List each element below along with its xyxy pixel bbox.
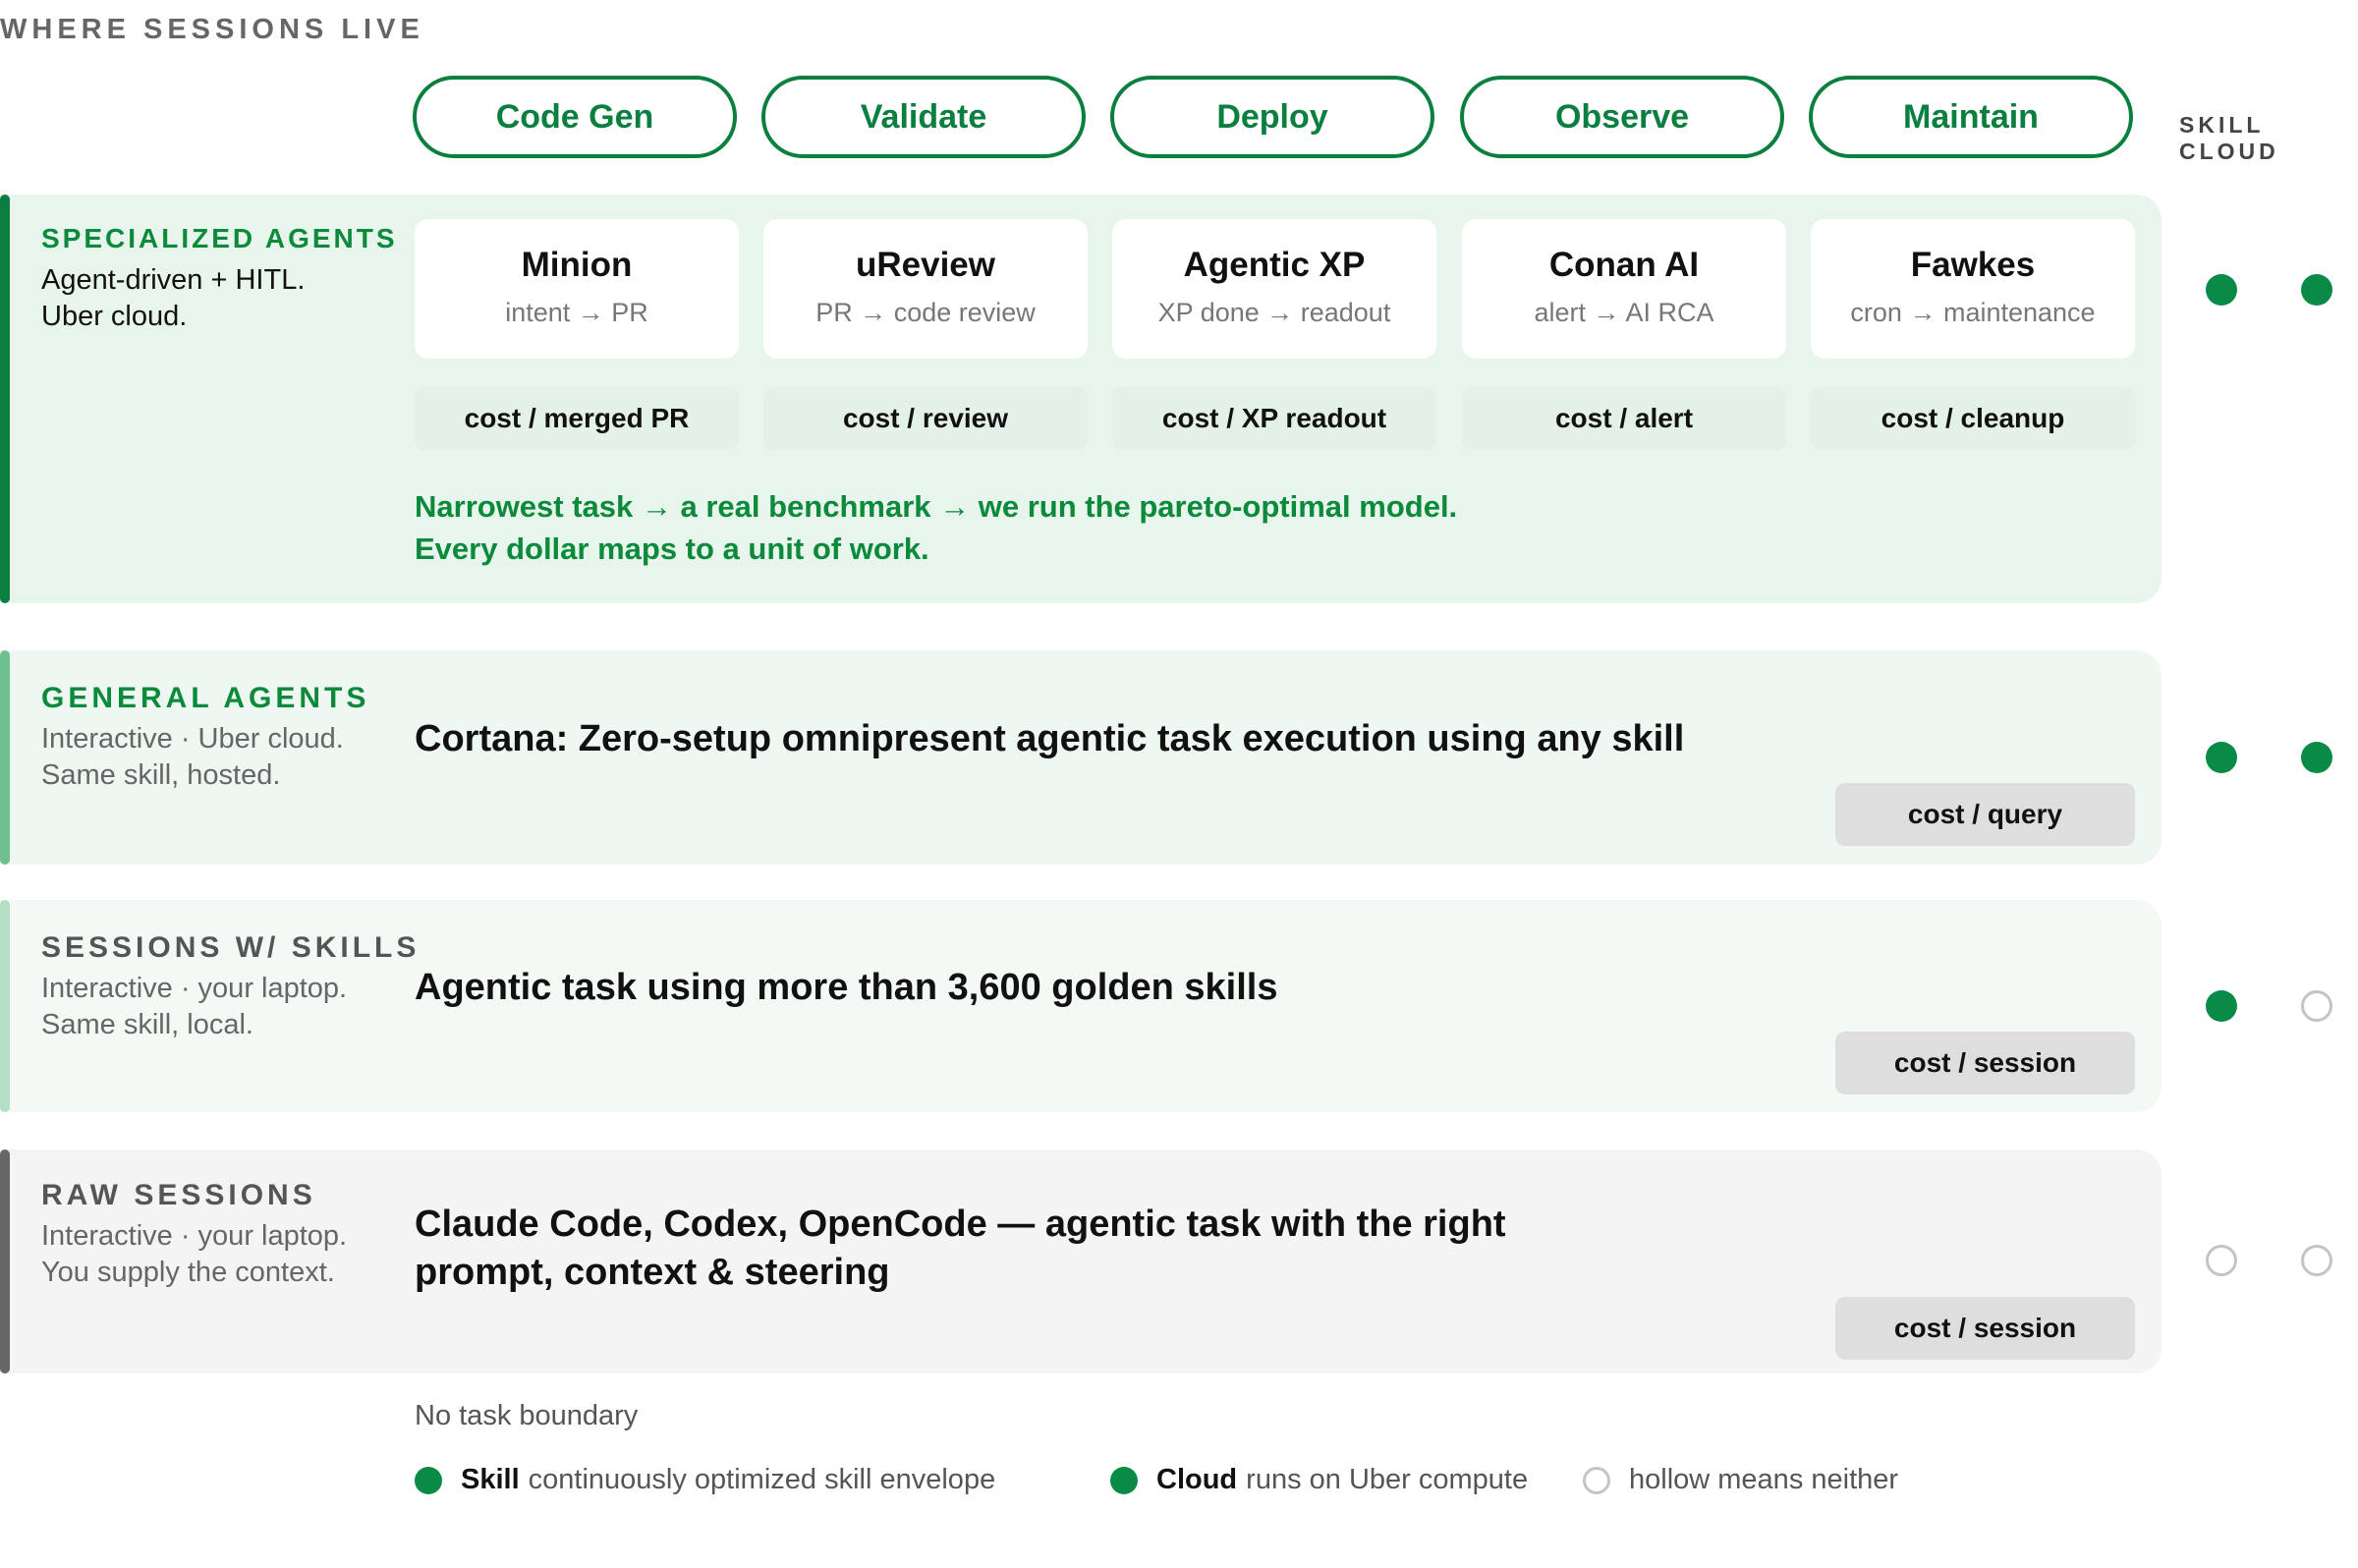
cost-metric-conan-ai: cost / alert (1462, 387, 1786, 450)
agent-card-agentic-xp[interactable]: Agentic XP XP done → readout (1112, 219, 1436, 359)
general-description: Interactive · Uber cloud. Same skill, ho… (41, 723, 344, 791)
skills-description: Interactive · your laptop. Same skill, l… (41, 973, 348, 1040)
cloud-indicator-specialized (2301, 274, 2332, 306)
cost-metric-general: cost / query (1835, 783, 2135, 846)
skill-indicator-specialized (2206, 274, 2237, 306)
agent-flow: intent → PR (505, 298, 648, 327)
legend-item-skill: Skill continuously optimized skill envel… (415, 1464, 995, 1496)
skill-indicator-skills (2206, 990, 2237, 1022)
stage-deploy[interactable]: Deploy (1110, 76, 1434, 158)
cost-metric-minion: cost / merged PR (415, 387, 739, 450)
agent-flow: PR → code review (815, 298, 1036, 327)
raw-accent-bar (0, 1149, 10, 1373)
cost-metric-raw: cost / session (1835, 1297, 2135, 1360)
legend-item-cloud: Cloud runs on Uber compute (1110, 1464, 1528, 1496)
filled-dot-icon (1110, 1466, 1138, 1494)
agent-name: uReview (856, 246, 995, 284)
stage-validate[interactable]: Validate (761, 76, 1086, 158)
legend-item-hollow: hollow means neither (1583, 1464, 1898, 1496)
legend-key: Cloud (1156, 1464, 1238, 1495)
cloud-indicator-raw (2301, 1245, 2332, 1276)
cost-metric-skills: cost / session (1835, 1032, 2135, 1094)
legend-text: runs on Uber compute (1246, 1464, 1529, 1495)
skills-accent-bar (0, 900, 10, 1112)
legend-text: continuously optimized skill envelope (528, 1464, 996, 1495)
stage-code-gen[interactable]: Code Gen (413, 76, 737, 158)
agent-name: Minion (521, 246, 633, 284)
skills-title: SESSIONS W/ SKILLS (41, 931, 421, 964)
agent-flow: alert → AI RCA (1534, 298, 1714, 327)
specialized-note: Narrowest task → a real benchmark → we r… (415, 489, 1458, 566)
agent-name: Conan AI (1548, 246, 1700, 284)
agent-flow: XP done → readout (1157, 298, 1391, 327)
no-task-boundary-label: No task boundary (415, 1400, 639, 1431)
agent-card-minion[interactable]: Minion intent → PR (415, 219, 739, 359)
legend-text: hollow means neither (1629, 1464, 1899, 1495)
cloud-indicator-skills (2301, 990, 2332, 1022)
agent-card-fawkes[interactable]: Fawkes cron → maintenance (1811, 219, 2135, 359)
skill-indicator-general (2206, 742, 2237, 773)
raw-title: RAW SESSIONS (41, 1179, 316, 1211)
specialized-accent-bar (0, 195, 10, 603)
stage-observe[interactable]: Observe (1460, 76, 1784, 158)
cost-metric-fawkes: cost / cleanup (1811, 387, 2135, 450)
agent-name: Fawkes (1910, 246, 2036, 284)
raw-description: Interactive · your laptop. You supply th… (41, 1220, 348, 1288)
specialized-description: Agent-driven + HITL. Uber cloud. (41, 264, 306, 332)
general-accent-bar (0, 650, 10, 865)
stage-maintain[interactable]: Maintain (1809, 76, 2133, 158)
hollow-dot-icon (1583, 1466, 1610, 1494)
raw-headline-line-1: Claude Code, Codex, OpenCode — agentic t… (415, 1204, 1506, 1245)
agent-card-ureview[interactable]: uReview PR → code review (763, 219, 1088, 359)
section-eyebrow: WHERE SESSIONS LIVE (0, 14, 424, 45)
agent-name: Agentic XP (1183, 246, 1366, 284)
cost-metric-agentic-xp: cost / XP readout (1112, 387, 1436, 450)
agent-card-conan-ai[interactable]: Conan AI alert → AI RCA (1462, 219, 1786, 359)
general-title: GENERAL AGENTS (41, 682, 370, 714)
skills-headline: Agentic task using more than 3,600 golde… (415, 967, 1278, 1008)
general-headline: Cortana: Zero-setup omnipresent agentic … (415, 718, 1685, 759)
skill-indicator-raw (2206, 1245, 2237, 1276)
specialized-title: SPECIALIZED AGENTS (41, 223, 398, 253)
filled-dot-icon (415, 1466, 442, 1494)
cost-metric-ureview: cost / review (763, 387, 1088, 450)
cloud-indicator-general (2301, 742, 2332, 773)
agent-flow: cron → maintenance (1850, 298, 2096, 327)
column-header-skill-cloud: SKILL CLOUD (2179, 112, 2279, 164)
legend-key: Skill (461, 1464, 520, 1495)
raw-headline-line-2: prompt, context & steering (415, 1252, 890, 1293)
